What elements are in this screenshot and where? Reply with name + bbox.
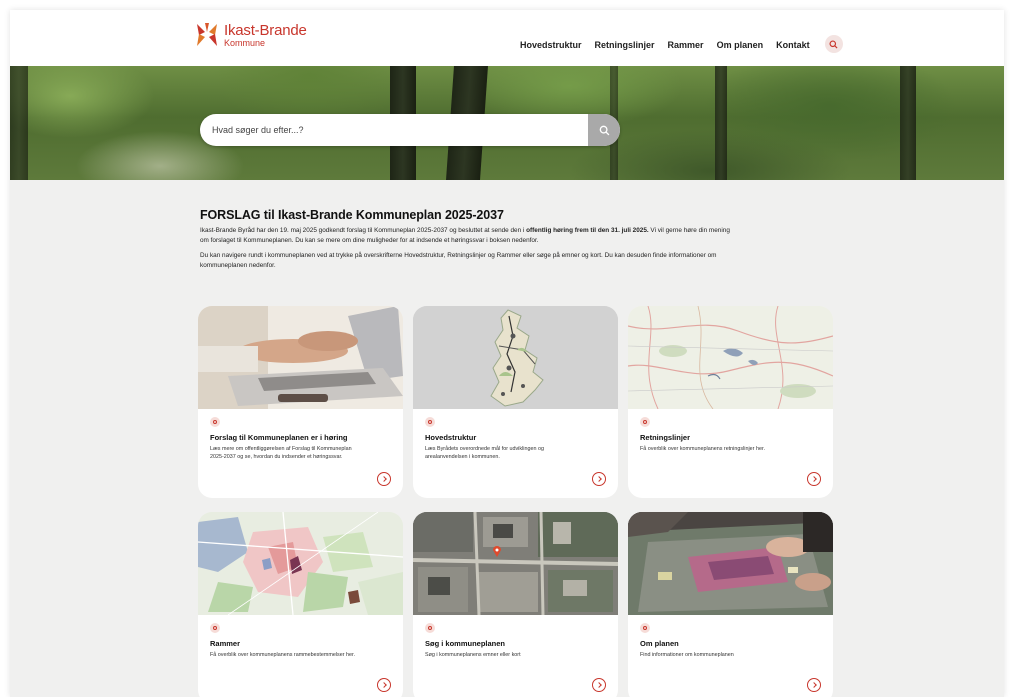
arrow-right-icon[interactable] [807, 678, 821, 692]
intro-paragraph-2: Du kan navigere rundt i kommuneplanen ve… [200, 252, 717, 269]
card-desc: Få overblik over kommuneplanens rammebes… [210, 652, 356, 658]
card-om-planen[interactable]: Om planen Find informationer om kommunep… [628, 512, 833, 697]
pin-icon [425, 623, 435, 633]
logo-sub: Kommune [224, 37, 266, 48]
card-grid: Forslag til Kommuneplanen er i høring Læ… [198, 306, 834, 697]
arrow-right-icon[interactable] [377, 678, 391, 692]
card-soeg[interactable]: Søg i kommuneplanen Søg i kommuneplanens… [413, 512, 618, 697]
pin-icon [425, 417, 435, 427]
arrow-right-icon[interactable] [592, 472, 606, 486]
intro-paragraph-1: Ikast-Brande Byråd har den 19. maj 2025 … [200, 227, 730, 244]
card-desc: Læs mere om offentliggørelsen af Forslag… [210, 446, 352, 460]
pin-icon [640, 623, 650, 633]
nav-rammer[interactable]: Rammer [668, 40, 704, 50]
logo-mark-icon [196, 22, 218, 48]
card-image-municipality-map [413, 306, 618, 409]
arrow-right-icon[interactable] [377, 472, 391, 486]
card-image-guidelines-map [628, 306, 833, 409]
hero-search [200, 114, 620, 146]
card-image-planning-table [628, 512, 833, 615]
card-title: Om planen [640, 639, 679, 648]
nav-kontakt[interactable]: Kontakt [776, 40, 810, 50]
card-retningslinjer[interactable]: Retningslinjer Få overblik over kommunep… [628, 306, 833, 498]
card-image-zoning-map [198, 512, 403, 615]
card-title: Hovedstruktur [425, 433, 477, 442]
pin-icon [210, 417, 220, 427]
card-hovedstruktur[interactable]: Hovedstruktur Læs Byrådets overordnede m… [413, 306, 618, 498]
search-icon[interactable] [824, 35, 843, 53]
site-header: Ikast-Brande Kommune Hovedstruktur Retni… [10, 10, 1004, 66]
page-title: FORSLAG til Ikast-Brande Kommuneplan 202… [200, 208, 504, 222]
card-image-laptop [198, 306, 403, 409]
card-desc: Få overblik over kommuneplanens retnings… [640, 446, 765, 452]
search-input[interactable] [200, 114, 588, 146]
arrow-right-icon[interactable] [592, 678, 606, 692]
intro-section: FORSLAG til Ikast-Brande Kommuneplan 202… [200, 208, 740, 276]
nav-hovedstruktur[interactable]: Hovedstruktur [520, 40, 582, 50]
card-desc: Læs Byrådets overordnede mål for udvikli… [425, 446, 544, 460]
hero-banner [10, 66, 1004, 180]
card-title: Søg i kommuneplanen [425, 639, 506, 648]
search-button[interactable] [588, 114, 620, 146]
main-nav: Hovedstruktur Retningslinjer Rammer Om p… [520, 35, 843, 53]
card-desc: Find informationer om kommuneplanen [640, 652, 734, 658]
page-frame: Ikast-Brande Kommune Hovedstruktur Retni… [10, 10, 1004, 697]
card-title: Retningslinjer [640, 433, 691, 442]
card-image-aerial-map [413, 512, 618, 615]
card-title: Rammer [210, 639, 241, 648]
logo[interactable]: Ikast-Brande Kommune [196, 22, 307, 48]
card-hoering[interactable]: Forslag til Kommuneplanen er i høring Læ… [198, 306, 403, 498]
arrow-right-icon[interactable] [807, 472, 821, 486]
nav-om-planen[interactable]: Om planen [717, 40, 764, 50]
search-icon [599, 125, 609, 135]
card-rammer[interactable]: Rammer Få overblik over kommuneplanens r… [198, 512, 403, 697]
card-title: Forslag til Kommuneplanen er i høring [210, 433, 348, 442]
pin-icon [210, 623, 220, 633]
logo-name: Ikast-Brande [224, 21, 307, 39]
pin-icon [640, 417, 650, 427]
card-desc: Søg i kommuneplanens emner eller kort [425, 652, 521, 658]
nav-retningslinjer[interactable]: Retningslinjer [595, 40, 655, 50]
